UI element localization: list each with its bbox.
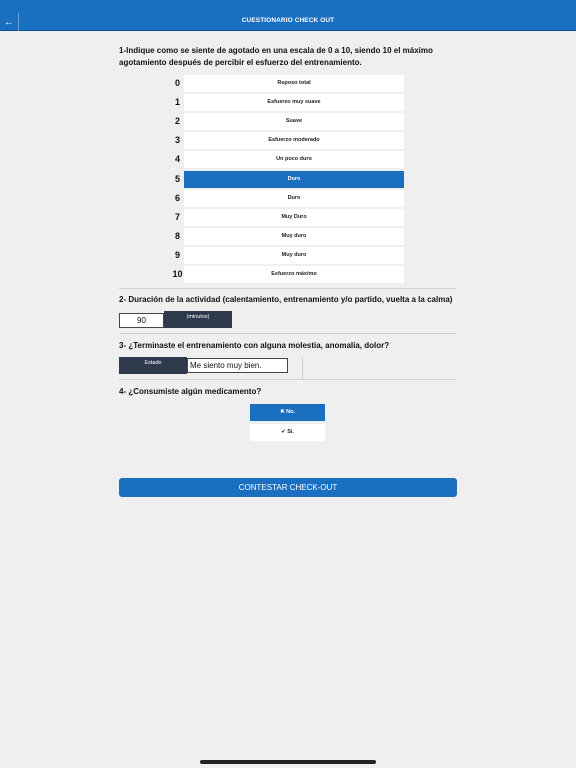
scale-option-number: 7 [174, 211, 180, 222]
scale-option-label[interactable]: Esfuerzo moderado [184, 132, 404, 150]
medication-yes-option[interactable]: ✔ Si. [250, 424, 325, 441]
divider [119, 379, 456, 380]
scale-option-number: 4 [174, 154, 180, 165]
scale-option-number: 3 [174, 135, 180, 146]
scale-option-label[interactable]: Un poco duro [184, 151, 404, 169]
estado-input[interactable]: Me siento muy bien. [187, 358, 288, 373]
scale-option-row[interactable]: 10 Esfuerzo máximo [172, 266, 404, 283]
scale-option-label[interactable]: Esfuerzo muy suave [184, 94, 404, 112]
scale-option-row[interactable]: 7 Muy Duro [172, 208, 404, 226]
question-1-title: 1-Indique como se siente de agotado en u… [119, 46, 433, 67]
scale-option-row[interactable]: 9 Muy duro [172, 246, 404, 264]
scale-option-number: 9 [174, 249, 180, 260]
submit-checkout-button[interactable]: CONTESTAR CHECK-OUT [119, 478, 457, 497]
home-indicator [200, 760, 376, 764]
duration-unit-label: (minutos) [164, 311, 232, 328]
scale-option-number: 8 [174, 230, 180, 241]
scale-option-row[interactable]: 5 Duro [172, 170, 404, 188]
scale-option-number: 2 [174, 116, 180, 127]
scale-option-row[interactable]: 3 Esfuerzo moderado [172, 132, 404, 150]
scale-option-label[interactable]: Muy Duro [184, 208, 404, 226]
scale-option-row[interactable]: 4 Un poco duro [172, 151, 404, 169]
page-title: CUESTIONARIO CHECK OUT [241, 17, 335, 24]
scale-option-number: 5 [174, 173, 180, 184]
duration-input[interactable]: 90 [119, 313, 164, 328]
scale-option-row[interactable]: 1 Esfuerzo muy suave [172, 94, 404, 112]
scale-option-row[interactable]: 2 Suave [172, 113, 404, 131]
scale-option-label[interactable]: Muy duro [184, 227, 404, 245]
estado-label: Estado [119, 357, 187, 374]
medication-no-option[interactable]: ✖ No. [250, 404, 325, 421]
question-4-title: 4- ¿Consumiste algún medicamento? [119, 387, 262, 396]
scale-option-label[interactable]: Suave [184, 113, 404, 131]
scale-option-row[interactable]: 8 Muy duro [172, 227, 404, 245]
scale-option-label[interactable]: Muy duro [184, 246, 404, 264]
question-3-title: 3- ¿Terminaste el entrenamiento con algu… [119, 341, 390, 350]
scale-option-number: 0 [174, 78, 180, 88]
scale-option-label[interactable]: Esfuerzo máximo [184, 266, 404, 283]
scale-option-row[interactable]: 0 Reposo total [172, 75, 404, 92]
scale-option-label[interactable]: Duro [184, 170, 404, 188]
scale-option-number: 1 [174, 97, 180, 108]
question-2-title: 2- Duración de la actividad (calentamien… [119, 295, 453, 304]
scale-option-number: 10 [172, 269, 183, 279]
scale-option-row[interactable]: 6 Duro [172, 189, 404, 207]
scale-option-number: 6 [174, 192, 180, 203]
scale-option-label[interactable]: Duro [184, 189, 404, 207]
top-bar: ← CUESTIONARIO CHECK OUT [0, 0, 576, 31]
scale-option-label[interactable]: Reposo total [184, 75, 404, 92]
divider [119, 333, 456, 334]
divider [119, 288, 456, 289]
